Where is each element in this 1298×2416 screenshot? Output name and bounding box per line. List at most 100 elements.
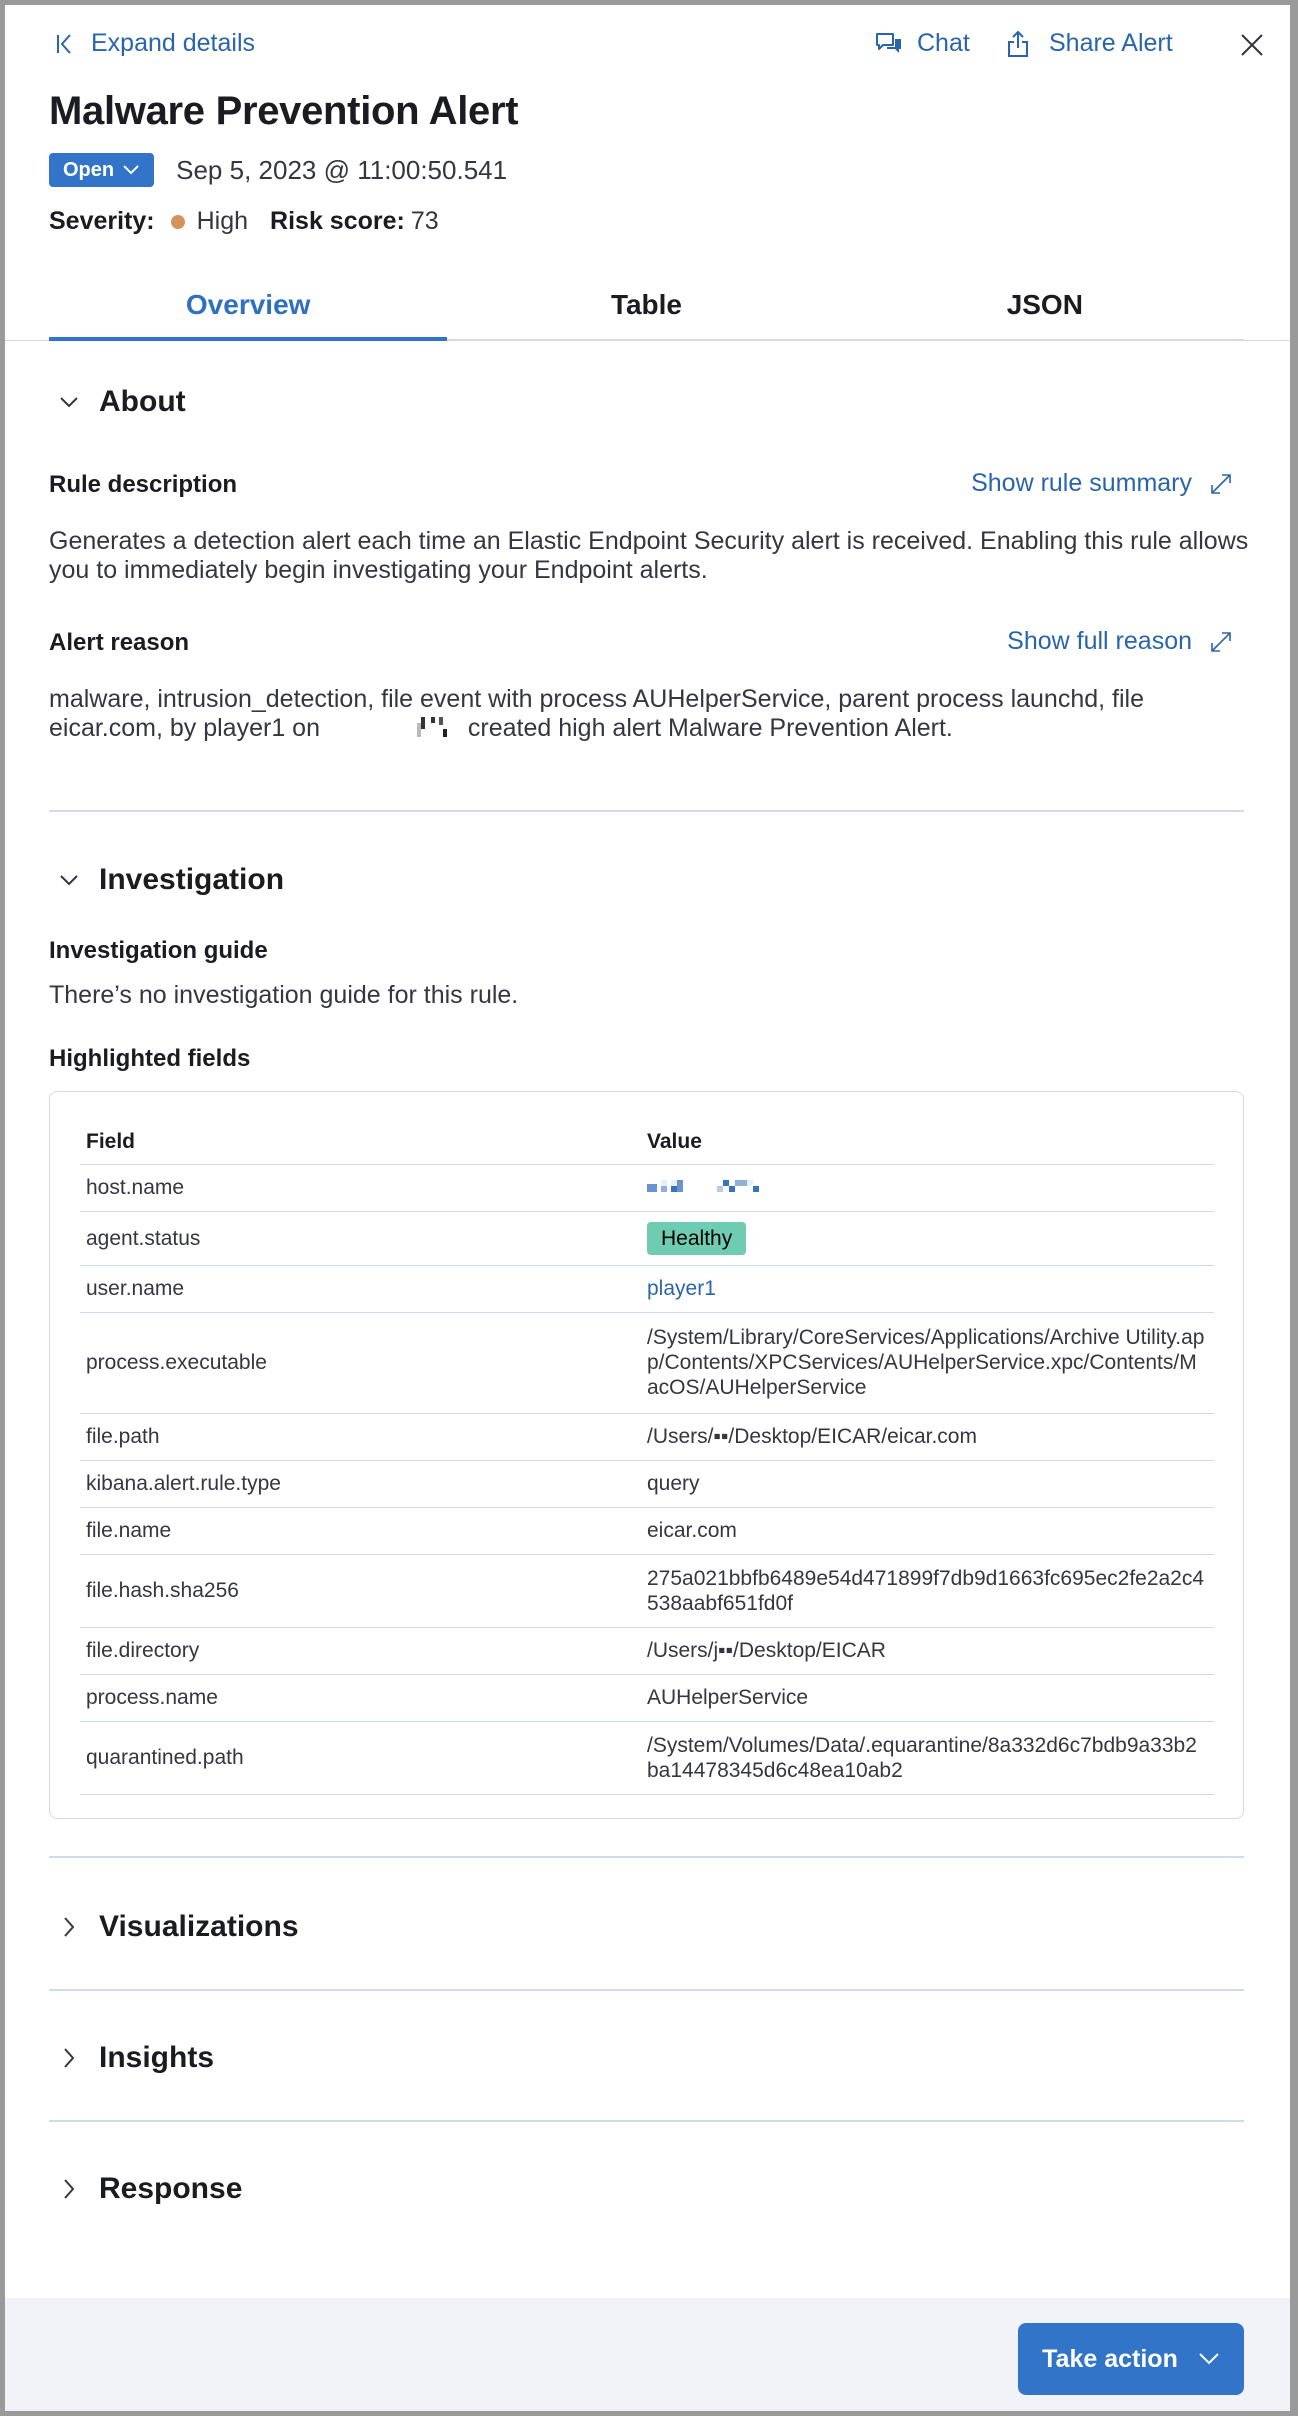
- status-dropdown[interactable]: Open: [49, 153, 155, 187]
- chat-button[interactable]: Chat: [875, 29, 970, 58]
- field-name: agent.status: [80, 1211, 647, 1266]
- alert-reason-text: malware, intrusion_detection, file event…: [49, 685, 1249, 744]
- table-row: file.directory /Users/j▪▪/Desktop/EICAR: [80, 1627, 1214, 1675]
- expand-details-button[interactable]: Expand details: [55, 29, 255, 58]
- table-row: file.path /Users/▪▪/Desktop/EICAR/eicar.…: [80, 1413, 1214, 1461]
- share-alert-label: Share Alert: [1049, 29, 1173, 57]
- alert-title: Malware Prevention Alert: [49, 89, 519, 133]
- rule-description-label: Rule description: [49, 471, 238, 498]
- rule-description-text: Generates a detection alert each time an…: [49, 527, 1249, 584]
- chevron-down-icon: [60, 397, 78, 408]
- status-row: Open Sep 5, 2023 @ 11:00:50.541: [49, 153, 507, 187]
- tab-table[interactable]: Table: [447, 275, 845, 339]
- field-value: /Users/j▪▪/Desktop/EICAR: [647, 1627, 1214, 1675]
- tab-bar: Overview Table JSON: [49, 275, 1244, 341]
- expand-icon: [1211, 473, 1231, 494]
- chevron-down-icon: [1199, 2353, 1219, 2365]
- tab-overview[interactable]: Overview: [49, 275, 448, 341]
- field-name: host.name: [80, 1164, 647, 1212]
- flyout-header: Expand details Chat Share Alert: [5, 5, 1290, 85]
- tab-json[interactable]: JSON: [846, 275, 1244, 339]
- alert-reason-label: Alert reason: [49, 629, 190, 656]
- risk-score-label: Risk score:: [270, 207, 405, 235]
- table-header-row: Field Value: [80, 1120, 1214, 1165]
- table-row: kibana.alert.rule.type query: [80, 1460, 1214, 1508]
- show-rule-summary-link[interactable]: Show rule summary: [971, 469, 1234, 498]
- take-action-button[interactable]: Take action: [1018, 2323, 1244, 2395]
- agent-status-badge: Healthy: [647, 1221, 747, 1255]
- insights-title: Insights: [99, 2041, 215, 2074]
- show-full-reason-link[interactable]: Show full reason: [1007, 627, 1234, 656]
- alert-details-flyout: Expand details Chat Share Alert Malware …: [5, 5, 1290, 2411]
- chevron-right-icon: [64, 2179, 75, 2199]
- field-name: user.name: [80, 1265, 647, 1313]
- visualizations-section-toggle[interactable]: Visualizations: [49, 1910, 299, 1944]
- response-section-toggle[interactable]: Response: [49, 2172, 242, 2206]
- alert-timestamp: Sep 5, 2023 @ 11:00:50.541: [176, 154, 508, 185]
- chevron-down-icon: [60, 875, 78, 886]
- highlighted-fields-panel: Field Value host.name agent.status Healt…: [49, 1091, 1244, 1819]
- table-row: host.name: [80, 1164, 1214, 1212]
- field-value: query: [647, 1460, 1214, 1508]
- close-icon[interactable]: [1238, 31, 1266, 59]
- expand-icon: [1211, 631, 1231, 652]
- field-value-host-name[interactable]: [647, 1164, 1214, 1212]
- collapse-left-icon: [57, 33, 71, 54]
- section-divider: [49, 1989, 1244, 1991]
- field-value: /System/Library/CoreServices/Application…: [647, 1312, 1214, 1414]
- table-row: quarantined.path /System/Volumes/Data/.e…: [80, 1721, 1214, 1795]
- investigation-section-toggle[interactable]: Investigation: [49, 863, 284, 897]
- field-name: file.hash.sha256: [80, 1554, 647, 1628]
- field-name: process.executable: [80, 1312, 647, 1414]
- insights-section-toggle[interactable]: Insights: [49, 2041, 214, 2075]
- field-name: file.name: [80, 1507, 647, 1555]
- column-header-field: Field: [80, 1120, 647, 1165]
- table-row: agent.status Healthy: [80, 1211, 1214, 1266]
- visualizations-title: Visualizations: [99, 1910, 299, 1943]
- field-value: /Users/▪▪/Desktop/EICAR/eicar.com: [647, 1413, 1214, 1461]
- section-divider: [49, 1856, 1244, 1858]
- share-icon: [1008, 30, 1028, 57]
- chevron-right-icon: [64, 2048, 75, 2068]
- alert-reason-part2: created high alert Malware Prevention Al…: [467, 714, 953, 742]
- field-name: quarantined.path: [80, 1721, 647, 1795]
- user-name-link[interactable]: player1: [647, 1277, 716, 1300]
- redacted-host-link[interactable]: [647, 1178, 767, 1194]
- investigation-guide-text: There’s no investigation guide for this …: [49, 981, 519, 1009]
- response-title: Response: [99, 2172, 243, 2205]
- about-title: About: [99, 385, 186, 418]
- severity-row: Severity: High Risk score: 73: [49, 207, 439, 236]
- field-name: file.directory: [80, 1627, 647, 1675]
- investigation-title: Investigation: [99, 863, 285, 896]
- table-row: user.name player1: [80, 1265, 1214, 1313]
- risk-score-value: 73: [410, 207, 439, 235]
- severity-dot-icon: [170, 214, 185, 229]
- status-label: Open: [63, 158, 115, 181]
- field-value: eicar.com: [647, 1507, 1214, 1555]
- section-divider: [49, 2120, 1244, 2122]
- field-value: 275a021bbfb6489e54d471899f7db9d1663fc695…: [647, 1554, 1214, 1628]
- expand-details-label: Expand details: [91, 29, 256, 57]
- severity-value: High: [196, 207, 249, 235]
- highlighted-fields-label: Highlighted fields: [49, 1045, 251, 1072]
- chat-label: Chat: [917, 29, 970, 57]
- show-rule-summary-label: Show rule summary: [971, 469, 1192, 497]
- severity-label: Severity:: [49, 207, 155, 235]
- table-row: file.hash.sha256 275a021bbfb6489e54d4718…: [80, 1554, 1214, 1628]
- investigation-guide-label: Investigation guide: [49, 937, 268, 964]
- column-header-value: Value: [647, 1120, 1214, 1165]
- chevron-right-icon: [64, 1917, 75, 1937]
- take-action-label: Take action: [1042, 2344, 1178, 2373]
- show-full-reason-label: Show full reason: [1007, 627, 1192, 655]
- table-row: process.name AUHelperService: [80, 1674, 1214, 1722]
- tabs-divider: [1244, 340, 1290, 341]
- field-name: process.name: [80, 1674, 647, 1722]
- table-row: file.name eicar.com: [80, 1507, 1214, 1555]
- redacted-hostname: [416, 715, 461, 744]
- chevron-down-icon: [123, 165, 139, 175]
- field-value: /System/Volumes/Data/.equarantine/8a332d…: [647, 1721, 1214, 1795]
- field-name: file.path: [80, 1413, 647, 1461]
- tabs-divider: [5, 340, 49, 341]
- about-section-toggle[interactable]: About: [49, 385, 186, 419]
- share-alert-button[interactable]: Share Alert: [1007, 29, 1173, 58]
